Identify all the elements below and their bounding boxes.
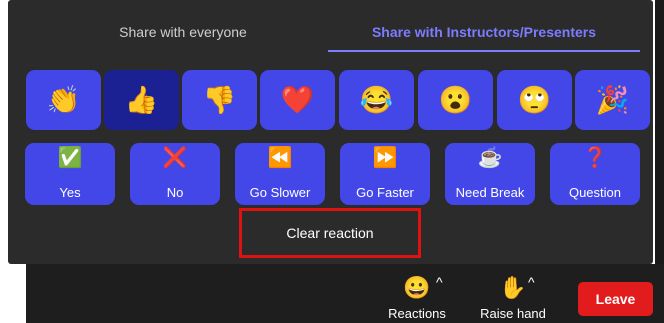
coffee-icon: ☕ (477, 147, 503, 169)
fast-forward-icon: ⏩ (372, 147, 398, 169)
feedback-go-slower-button[interactable]: ⏪ Go Slower (235, 143, 325, 205)
reaction-clapping-hands-button[interactable]: 👏 (26, 70, 101, 130)
feedback-need-break-button[interactable]: ☕ Need Break (445, 143, 535, 205)
reaction-thumbs-up-button[interactable]: 👍 (104, 70, 179, 130)
raise-hand-icon: ✋ (499, 275, 527, 300)
feedback-label: Go Faster (356, 185, 414, 200)
open-mouth-icon: 😮 (438, 84, 473, 115)
reaction-tears-of-joy-button[interactable]: 😂 (339, 70, 414, 130)
feedback-label: Yes (59, 185, 81, 200)
reaction-eye-roll-button[interactable]: 🙄 (497, 70, 572, 130)
thumbs-up-icon: 👍 (124, 84, 159, 115)
reaction-thumbs-down-button[interactable]: 👎 (182, 70, 257, 130)
cross-icon: ❌ (162, 147, 188, 169)
question-icon: ❓ (582, 147, 608, 169)
reactions-caret-icon[interactable]: ^ (436, 274, 443, 290)
reaction-heart-button[interactable]: ❤️ (260, 70, 335, 130)
tab-share-with-everyone[interactable]: Share with everyone (48, 18, 318, 50)
feedback-question-button[interactable]: ❓ Question (550, 143, 640, 205)
reactions-label: Reactions (388, 306, 446, 321)
heart-icon: ❤️ (280, 84, 315, 115)
party-popper-icon: 🎉 (595, 84, 630, 115)
reaction-open-mouth-button[interactable]: 😮 (418, 70, 493, 130)
feedback-label: Question (568, 185, 622, 200)
feedback-label: Go Slower (249, 185, 311, 200)
feedback-label: No (166, 185, 184, 200)
tears-of-joy-icon: 😂 (359, 84, 394, 115)
feedback-go-faster-button[interactable]: ⏩ Go Faster (340, 143, 430, 205)
reactions-panel: Share with everyone Share with Instructo… (8, 0, 653, 264)
meeting-controls-bar (26, 264, 664, 323)
check-icon: ✅ (57, 147, 83, 169)
tab-share-with-instructors[interactable]: Share with Instructors/Presenters (328, 18, 640, 52)
eye-roll-icon: 🙄 (517, 84, 552, 115)
tabs: Share with everyone Share with Instructo… (8, 0, 653, 58)
leave-button[interactable]: Leave (578, 282, 653, 316)
feedback-yes-button[interactable]: ✅ Yes (25, 143, 115, 205)
feedback-label: Need Break (455, 185, 525, 200)
thumbs-down-icon: 👎 (202, 84, 237, 115)
raise-hand-label: Raise hand (480, 306, 546, 321)
feedback-no-button[interactable]: ❌ No (130, 143, 220, 205)
reactions-button[interactable]: 😀 ^ Reactions (380, 274, 454, 321)
clapping-hands-icon: 👏 (46, 84, 81, 115)
raise-hand-caret-icon[interactable]: ^ (528, 274, 535, 290)
rewind-icon: ⏪ (267, 147, 293, 169)
raise-hand-button[interactable]: ✋ ^ Raise hand (476, 274, 550, 321)
reaction-party-popper-button[interactable]: 🎉 (575, 70, 650, 130)
clear-reaction-button[interactable]: Clear reaction (239, 208, 421, 258)
